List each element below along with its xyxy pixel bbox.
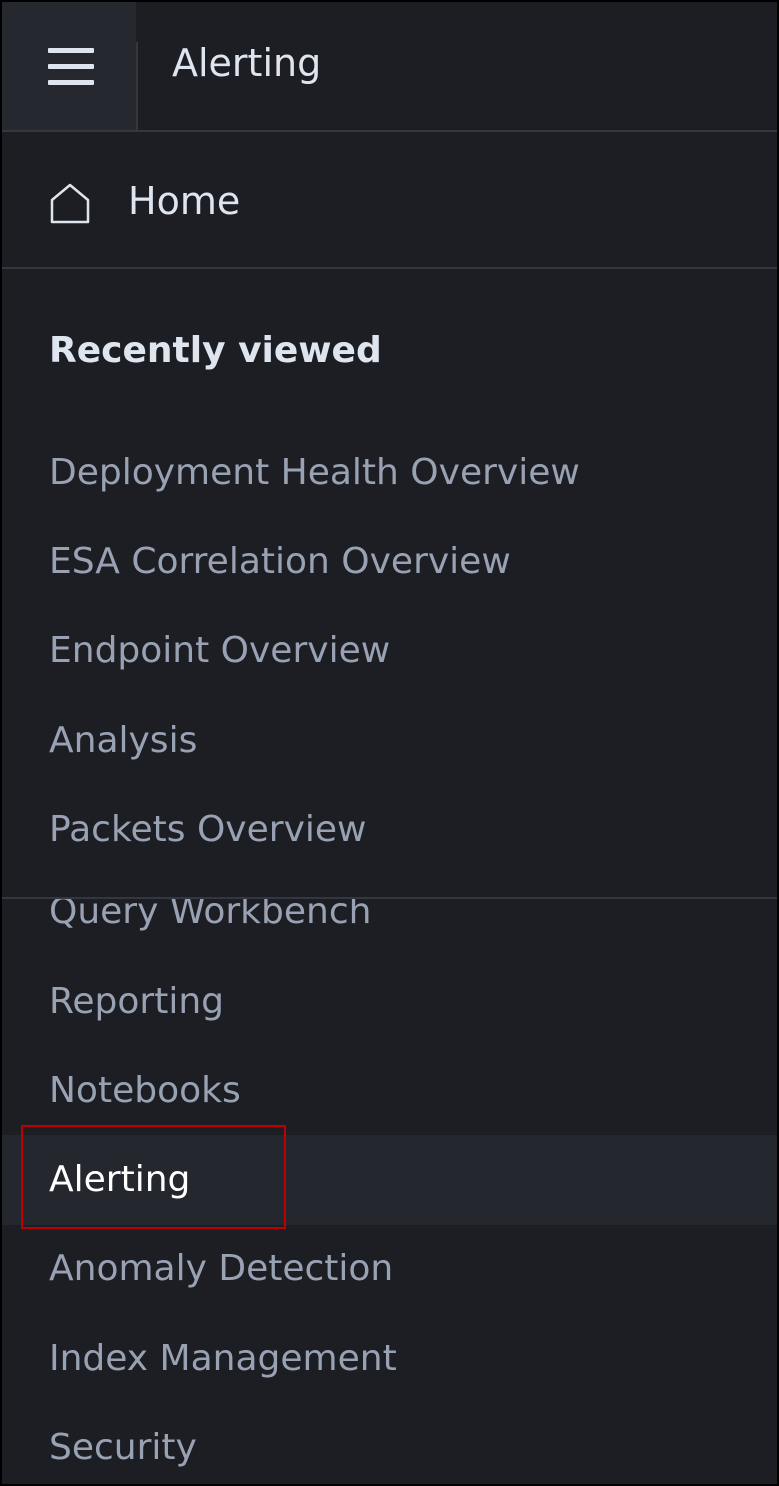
recent-item[interactable]: Deployment Health Overview [49,448,580,498]
nav-item-index-management[interactable]: Index Management [49,1334,397,1384]
home-icon [50,183,90,224]
home-link[interactable]: Home [2,134,777,269]
recent-item[interactable]: Analysis [49,716,197,766]
nav-list: Query Workbench Reporting Notebooks Aler… [2,899,777,1484]
nav-item-query-workbench[interactable]: Query Workbench [49,899,371,937]
nav-item-reporting[interactable]: Reporting [49,977,224,1027]
menu-toggle-button[interactable] [2,2,136,130]
nav-item-anomaly-detection[interactable]: Anomaly Detection [49,1244,393,1294]
recently-viewed-section: Recently viewed Deployment Health Overvi… [2,271,777,897]
nav-header: Alerting [2,2,777,132]
section-divider [2,897,777,899]
home-label: Home [128,179,241,223]
recently-viewed-title: Recently viewed [49,330,382,371]
recent-item[interactable]: Packets Overview [49,805,366,855]
active-item-highlight-box [21,1125,286,1229]
side-navigation-panel: Alerting Home Recently viewed Deployment… [0,0,779,1486]
recent-item[interactable]: Endpoint Overview [49,626,390,676]
nav-item-security[interactable]: Security [49,1423,197,1473]
recent-item[interactable]: ESA Correlation Overview [49,537,511,587]
page-title: Alerting [172,41,322,85]
header-divider [136,42,138,132]
nav-item-notebooks[interactable]: Notebooks [49,1066,241,1116]
